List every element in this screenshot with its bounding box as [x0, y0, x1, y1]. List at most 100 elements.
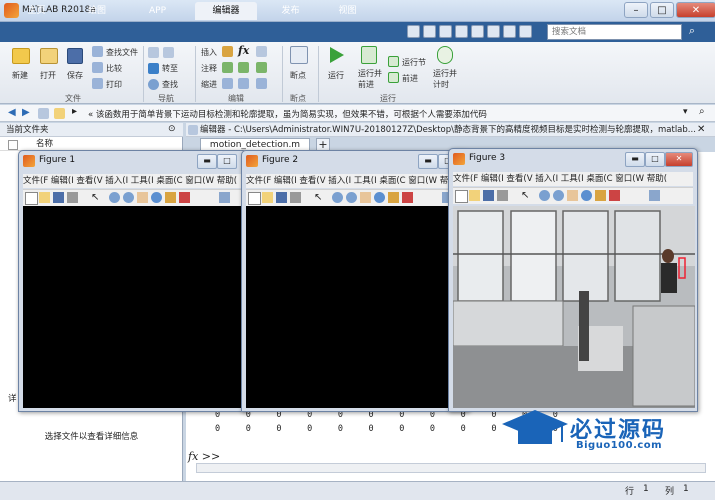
- comment-button[interactable]: 注释: [201, 63, 217, 74]
- zoom-in-icon[interactable]: [109, 192, 120, 203]
- new-button[interactable]: 新建: [12, 70, 28, 81]
- find-button[interactable]: 查找: [162, 79, 178, 90]
- rotate-icon[interactable]: [151, 192, 162, 203]
- open-icon[interactable]: [469, 190, 480, 201]
- open-icon[interactable]: [262, 192, 273, 203]
- pan-icon[interactable]: [567, 190, 578, 201]
- run-advance-icon[interactable]: [361, 46, 377, 64]
- increase-indent-icon[interactable]: [238, 78, 249, 89]
- compare-button[interactable]: 比较: [106, 63, 122, 74]
- rotate-icon[interactable]: [581, 190, 592, 201]
- insert-button[interactable]: 插入: [201, 47, 217, 58]
- new-figure-icon[interactable]: [25, 192, 38, 205]
- insert-section-icon[interactable]: [222, 46, 233, 57]
- data-cursor-icon[interactable]: [388, 192, 399, 203]
- horizontal-scrollbar[interactable]: [196, 463, 706, 473]
- search-folder-icon[interactable]: ⌕: [699, 106, 705, 117]
- pan-icon[interactable]: [137, 192, 148, 203]
- run-section-button[interactable]: 运行节: [402, 57, 426, 68]
- pointer-icon[interactable]: ↖: [314, 192, 325, 203]
- tab-publish[interactable]: 发布: [268, 2, 313, 20]
- close-editor-icon[interactable]: ✕: [697, 124, 705, 135]
- save-icon[interactable]: [407, 25, 420, 38]
- tab-plots[interactable]: 绘图: [72, 2, 122, 20]
- zoom-out-icon[interactable]: [123, 192, 134, 203]
- copy-icon[interactable]: [439, 25, 452, 38]
- dock-icon[interactable]: [219, 192, 230, 203]
- zoom-in-icon[interactable]: [332, 192, 343, 203]
- forward-icon[interactable]: [163, 47, 174, 58]
- zoom-out-icon[interactable]: [553, 190, 564, 201]
- print-icon[interactable]: [497, 190, 508, 201]
- minimize-button[interactable]: –: [624, 2, 648, 18]
- zoom-in-icon[interactable]: [539, 190, 550, 201]
- smart-indent-icon[interactable]: [222, 78, 233, 89]
- close-button[interactable]: ✕: [665, 152, 693, 167]
- pointer-icon[interactable]: ↖: [91, 192, 102, 203]
- insert-function-icon[interactable]: [256, 46, 267, 57]
- goto-button[interactable]: 转至: [162, 63, 178, 74]
- new-figure-icon[interactable]: [248, 192, 261, 205]
- figure-menu-bar[interactable]: 文件(F 编辑(I 查看(V 插入(I 工具(I 桌面(C 窗口(W 帮助(: [246, 174, 464, 188]
- save-icon[interactable]: [276, 192, 287, 203]
- save-icon[interactable]: [53, 192, 64, 203]
- pointer-icon[interactable]: ↖: [521, 190, 532, 201]
- save-icon[interactable]: [483, 190, 494, 201]
- figure-menu-bar[interactable]: 文件(F 编辑(I 查看(V 插入(I 工具(I 桌面(C 窗口(W 帮助(: [23, 174, 243, 188]
- zoom-out-icon[interactable]: [346, 192, 357, 203]
- fx-icon[interactable]: fx: [238, 44, 249, 57]
- redo-icon[interactable]: [487, 25, 500, 38]
- dock-icon[interactable]: [649, 190, 660, 201]
- run-time-icon[interactable]: [437, 46, 453, 64]
- undo-icon[interactable]: [471, 25, 484, 38]
- new-figure-icon[interactable]: [455, 190, 468, 203]
- switch-windows-icon[interactable]: [503, 25, 516, 38]
- wrap-comments-icon[interactable]: [256, 62, 267, 73]
- print-icon[interactable]: [67, 192, 78, 203]
- rotate-icon[interactable]: [374, 192, 385, 203]
- open-icon[interactable]: [39, 192, 50, 203]
- maximize-button[interactable]: □: [650, 2, 674, 18]
- open-button[interactable]: 打开: [40, 70, 56, 81]
- maximize-button[interactable]: □: [217, 154, 237, 169]
- save-file-icon[interactable]: [67, 48, 83, 64]
- figure-2-window[interactable]: Figure 2 ▬ □ 文件(F 编辑(I 查看(V 插入(I 工具(I 桌面…: [241, 150, 469, 412]
- run-advance-button[interactable]: 运行并 前进: [358, 68, 382, 90]
- tab-home[interactable]: 主页: [14, 2, 59, 20]
- save-button[interactable]: 保存: [67, 70, 83, 81]
- brush-icon[interactable]: [402, 192, 413, 203]
- run-time-button[interactable]: 运行并 计时: [433, 68, 457, 90]
- print-button[interactable]: 打印: [106, 79, 122, 90]
- print-icon[interactable]: [290, 192, 301, 203]
- pan-icon[interactable]: [360, 192, 371, 203]
- run-icon[interactable]: [327, 46, 345, 64]
- breakpoints-icon[interactable]: [290, 46, 308, 64]
- figure-menu-bar[interactable]: 文件(F 编辑(I 查看(V 插入(I 工具(I 桌面(C 窗口(W 帮助(: [453, 172, 693, 186]
- run-button[interactable]: 运行: [328, 70, 344, 81]
- cut-icon[interactable]: [423, 25, 436, 38]
- figure-1-window[interactable]: Figure 1 ▬ □ 文件(F 编辑(I 查看(V 插入(I 工具(I 桌面…: [18, 150, 248, 412]
- comment-icon[interactable]: [222, 62, 233, 73]
- browse-folder-icon[interactable]: [54, 108, 65, 119]
- maximize-button[interactable]: □: [645, 152, 665, 167]
- figure-3-window[interactable]: Figure 3 ▬ □ ✕ 文件(F 编辑(I 查看(V 插入(I 工具(I …: [448, 148, 698, 412]
- help-icon[interactable]: [519, 25, 532, 38]
- search-input[interactable]: 搜索文档: [547, 24, 682, 40]
- tab-apps[interactable]: APP: [135, 2, 180, 20]
- back-icon[interactable]: [148, 47, 159, 58]
- brush-icon[interactable]: [609, 190, 620, 201]
- advance-button[interactable]: 前进: [402, 73, 418, 84]
- current-path[interactable]: « 该函数用于简单背景下运动目标检测和轮廓提取，虽为简易实现，但效果不错，可根据…: [88, 108, 487, 120]
- chevron-down-icon[interactable]: ▾: [683, 107, 688, 117]
- open-icon[interactable]: [40, 48, 58, 64]
- find-files-button[interactable]: 查找文件: [106, 47, 138, 58]
- tab-view[interactable]: 视图: [325, 2, 370, 20]
- command-prompt[interactable]: fx >>: [188, 450, 220, 463]
- paste-icon[interactable]: [455, 25, 468, 38]
- decrease-indent-icon[interactable]: [256, 78, 267, 89]
- breakpoints-button[interactable]: 断点: [290, 70, 306, 81]
- forward-nav-icon[interactable]: ▶: [22, 107, 30, 118]
- data-cursor-icon[interactable]: [165, 192, 176, 203]
- indent-button[interactable]: 缩进: [201, 79, 217, 90]
- close-button[interactable]: ✕: [676, 2, 715, 18]
